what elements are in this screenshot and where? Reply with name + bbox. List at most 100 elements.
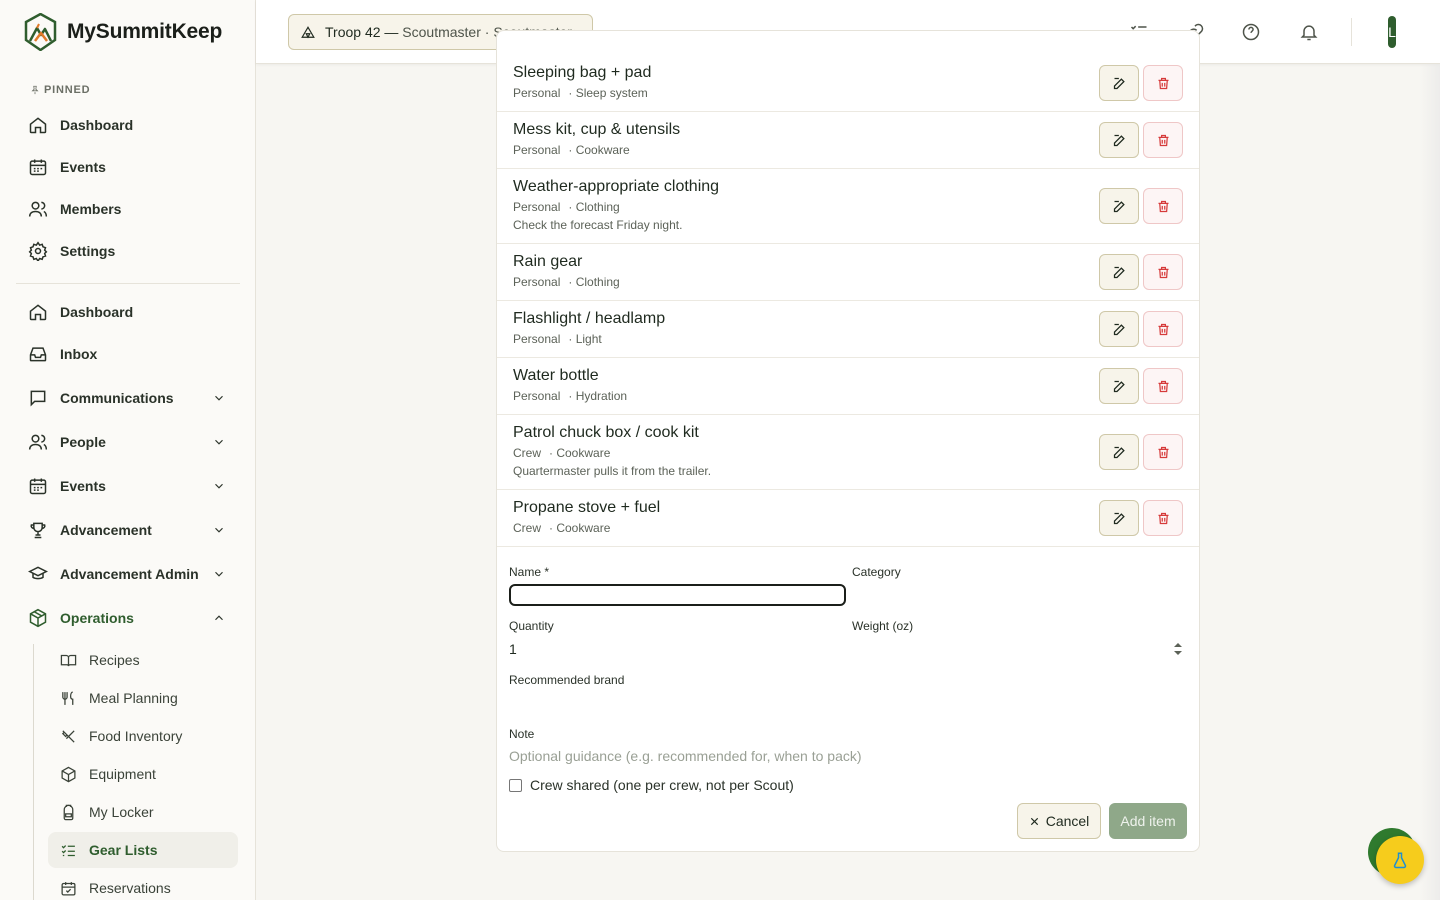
delete-button[interactable]: [1143, 311, 1183, 347]
pinned-section-label: PINNED: [30, 84, 90, 96]
trash-icon: [1158, 512, 1168, 524]
trash-icon: [1158, 77, 1168, 89]
item-name: Water bottle: [513, 367, 599, 384]
flask-icon: [1393, 852, 1407, 869]
edit-button[interactable]: [1099, 500, 1139, 536]
scroll-shadow: [1420, 64, 1440, 900]
item-name: Sleeping bag + pad: [513, 64, 652, 81]
name-input[interactable]: [509, 584, 846, 606]
feedback-fab-button[interactable]: [1376, 836, 1424, 884]
trash-icon: [1158, 380, 1168, 392]
notifications-button[interactable]: [1297, 20, 1321, 44]
sidebar-item-advancement[interactable]: Advancement: [16, 512, 240, 548]
crew-shared-label: Crew shared (one per crew, not per Scout…: [530, 777, 794, 793]
home-icon: [29, 304, 47, 321]
delete-button[interactable]: [1143, 188, 1183, 224]
sidebar-item-people[interactable]: People: [16, 424, 240, 460]
calendar-check-icon: [61, 881, 76, 896]
sidebar-subitem-food-inventory[interactable]: Food Inventory: [48, 718, 238, 754]
pinned-item-members[interactable]: Members: [16, 191, 240, 227]
item-note: Quartermaster pulls it from the trailer.: [513, 464, 712, 478]
edit-button[interactable]: [1099, 188, 1139, 224]
delete-button[interactable]: [1143, 434, 1183, 470]
edit-icon: [1113, 77, 1125, 89]
delete-button[interactable]: [1143, 368, 1183, 404]
cancel-button[interactable]: Cancel: [1017, 803, 1101, 839]
weight-spinner-icon[interactable]: [1172, 640, 1184, 658]
item-name: Rain gear: [513, 253, 583, 270]
trash-icon: [1158, 266, 1168, 278]
pinned-item-dashboard[interactable]: Dashboard: [16, 107, 240, 143]
chevron-down-icon: [215, 483, 223, 489]
sidebar-item-operations[interactable]: Operations: [16, 600, 240, 636]
name-label: Name *: [509, 565, 550, 579]
item-note: Check the forecast Friday night.: [513, 218, 683, 232]
sidebar-divider: [16, 283, 240, 284]
delete-button[interactable]: [1143, 254, 1183, 290]
home-icon: [29, 117, 47, 134]
gear-icon: [28, 241, 48, 261]
delete-button[interactable]: [1143, 65, 1183, 101]
sidebar-subitem-meal-planning[interactable]: Meal Planning: [48, 680, 238, 716]
list-item: Rain gear Personal · Clothing: [497, 244, 1199, 301]
edit-icon: [1113, 134, 1125, 146]
sidebar-item-dashboard[interactable]: Dashboard: [16, 294, 240, 330]
note-input[interactable]: Optional guidance (e.g. recommended for,…: [509, 748, 862, 764]
users-icon: [28, 434, 48, 450]
utensils-icon: [62, 690, 74, 705]
chevron-up-icon: [215, 615, 223, 621]
checkbox-box[interactable]: [509, 778, 522, 792]
edit-button[interactable]: [1099, 65, 1139, 101]
submenu-rail: [33, 644, 34, 900]
crew-shared-checkbox[interactable]: Crew shared (one per crew, not per Scout…: [509, 777, 794, 793]
avatar[interactable]: L: [1388, 16, 1396, 48]
sidebar-item-inbox[interactable]: Inbox: [16, 336, 240, 372]
delete-button[interactable]: [1143, 122, 1183, 158]
list-item: Propane stove + fuel Crew · Cookware: [497, 490, 1199, 547]
sidebar-subitem-equipment[interactable]: Equipment: [48, 756, 238, 792]
users-icon: [28, 201, 48, 217]
pin-icon: [31, 85, 39, 95]
header-separator: [1351, 18, 1352, 46]
item-name: Weather-appropriate clothing: [513, 178, 720, 195]
item-meta: Personal · Cookware: [513, 143, 630, 157]
sidebar-item-events[interactable]: Events: [16, 468, 240, 504]
quantity-label: Quantity: [509, 619, 554, 633]
sidebar-subitem-reservations[interactable]: Reservations: [48, 870, 238, 900]
backpack-icon: [63, 804, 74, 820]
edit-icon: [1113, 323, 1125, 335]
weight-label: Weight (oz): [852, 619, 914, 633]
tent-icon: [301, 26, 315, 39]
edit-button[interactable]: [1099, 311, 1139, 347]
edit-button[interactable]: [1099, 254, 1139, 290]
add-item-button[interactable]: Add item: [1109, 803, 1187, 839]
sidebar-subitem-gear-lists[interactable]: Gear Lists: [48, 832, 238, 868]
brand[interactable]: MySummitKeep: [24, 13, 222, 51]
trash-icon: [1158, 134, 1168, 146]
pinned-item-settings[interactable]: Settings: [16, 233, 240, 269]
item-name: Patrol chuck box / cook kit: [513, 424, 699, 441]
pinned-item-events[interactable]: Events: [16, 149, 240, 185]
chevron-down-icon: [215, 439, 223, 445]
sidebar-item-communications[interactable]: Communications: [16, 380, 240, 416]
sidebar-item-advancement-admin[interactable]: Advancement Admin: [16, 556, 240, 592]
item-meta: Personal · Clothing: [513, 275, 620, 289]
list-item: Water bottle Personal · Hydration: [497, 358, 1199, 415]
note-label: Note: [509, 727, 535, 741]
gear-list-card: Sleeping bag + pad Personal · Sleep syste…: [496, 30, 1200, 852]
edit-button[interactable]: [1099, 368, 1139, 404]
edit-button[interactable]: [1099, 434, 1139, 470]
delete-button[interactable]: [1143, 500, 1183, 536]
list-item: Sleeping bag + pad Personal · Sleep syste…: [497, 31, 1199, 112]
sidebar-subitem-my-locker[interactable]: My Locker: [48, 794, 238, 830]
chevron-down-icon: [215, 571, 223, 577]
edit-button[interactable]: [1099, 122, 1139, 158]
quantity-input[interactable]: 1: [509, 641, 517, 657]
calendar-icon: [29, 159, 47, 176]
help-button[interactable]: [1239, 20, 1263, 44]
help-circle-icon: [1242, 23, 1260, 41]
sidebar-subitem-recipes[interactable]: Recipes: [48, 642, 238, 678]
category-label: Category: [852, 565, 901, 579]
chat-icon: [30, 390, 46, 407]
brand-name: MySummitKeep: [67, 20, 223, 43]
